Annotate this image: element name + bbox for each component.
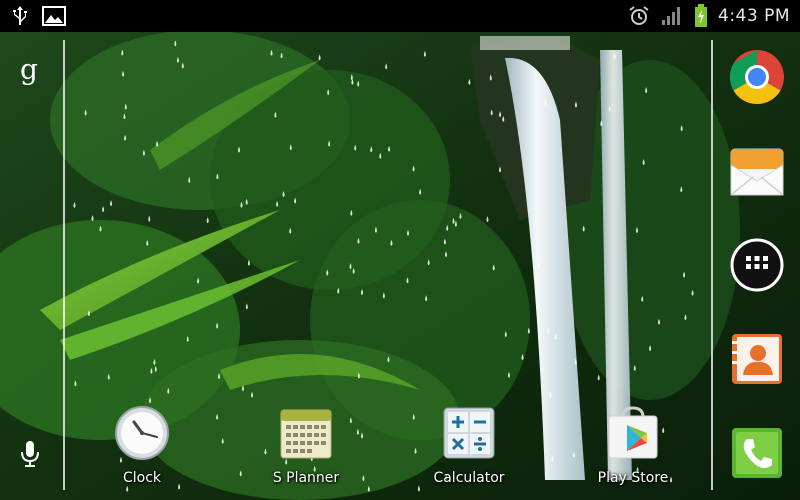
app-clock[interactable]: Clock [87, 405, 197, 486]
app-calculator[interactable]: Calculator [414, 405, 524, 486]
battery-charging-icon [695, 4, 707, 27]
app-label: S Planner [272, 470, 340, 486]
calendar-icon [280, 409, 332, 459]
gallery-icon [42, 6, 66, 26]
phone-icon[interactable] [729, 425, 785, 481]
chrome-icon[interactable] [729, 49, 785, 105]
app-label: Play Store [597, 470, 669, 486]
clock-time: 4:43 PM [718, 6, 790, 26]
status-bar: 4:43 PM [0, 0, 800, 32]
app-play-store[interactable]: Play Store [578, 405, 688, 486]
left-divider [63, 40, 65, 490]
app-label: Calculator [433, 470, 505, 486]
usb-icon [13, 6, 27, 25]
contacts-icon[interactable] [729, 331, 785, 387]
calculator-icon [443, 407, 495, 459]
play-store-icon [608, 406, 658, 459]
microphone-icon[interactable] [20, 440, 40, 468]
app-label: Clock [122, 470, 162, 486]
email-icon[interactable] [729, 143, 785, 199]
alarm-icon [629, 6, 649, 25]
signal-icon [662, 7, 680, 25]
clock-icon [115, 406, 169, 460]
google-search-icon[interactable]: g [20, 56, 38, 84]
right-divider [711, 40, 713, 490]
apps-grid-icon[interactable] [729, 237, 785, 293]
app-s-planner[interactable]: S Planner [251, 405, 361, 486]
